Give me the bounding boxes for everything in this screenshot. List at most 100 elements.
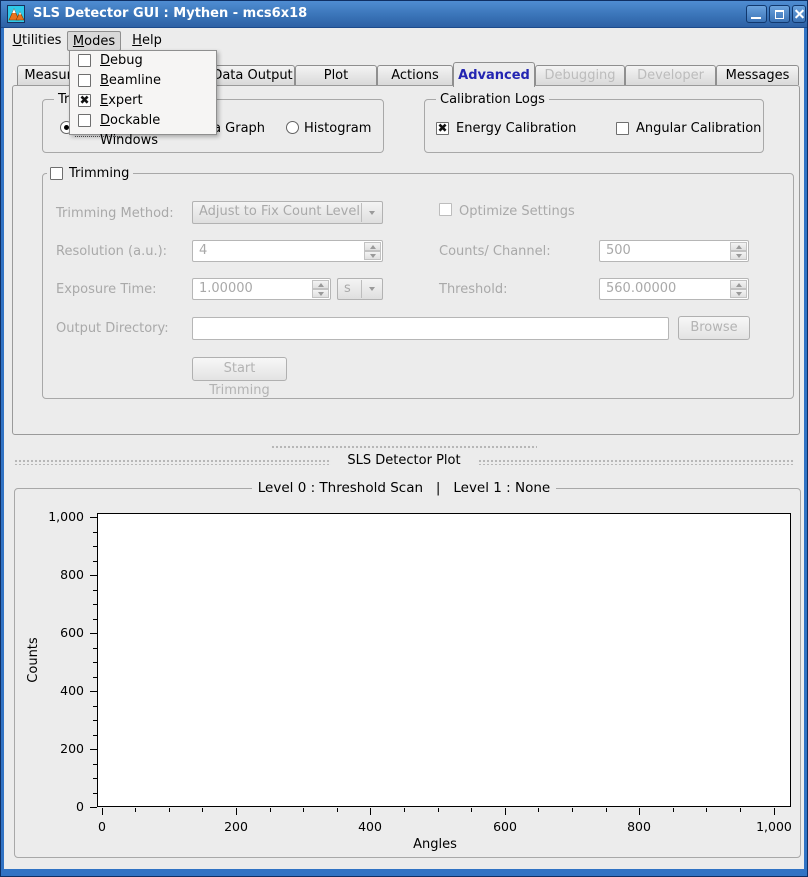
exposure-unit-combo[interactable]: s [337,278,383,300]
x-axis-tick [639,808,640,815]
y-axis-tick [93,764,97,765]
application-window: SLS Detector GUI : Mythen - mcs6x18 Util… [0,0,808,877]
spin-up-icon [730,280,747,289]
spin-up-icon [312,280,329,289]
x-axis-tick [202,808,203,812]
y-axis-tick [90,575,97,576]
optimize-settings-label: Optimize Settings [459,204,575,219]
tab-data-output[interactable]: Data Output [210,65,295,85]
start-trimming-button[interactable]: Start Trimming [192,357,287,381]
title-bar[interactable]: SLS Detector GUI : Mythen - mcs6x18 [1,1,807,28]
window-title: SLS Detector GUI : Mythen - mcs6x18 [33,1,307,28]
trimming-group-checkbox[interactable] [50,167,63,180]
x-axis-tick [505,808,506,815]
close-button[interactable] [792,5,806,23]
spin-down-icon [730,251,747,260]
y-axis-tick [90,691,97,692]
y-axis-tick [93,662,97,663]
tab-plot[interactable]: Plot [295,65,377,85]
menu-modes[interactable]: Modes [67,31,121,51]
x-axis-tick-label: 0 [70,819,134,834]
tab-advanced[interactable]: Advanced [453,62,535,87]
energy-calibration-checkbox[interactable]: ✖ [436,122,449,135]
menu-item-debug[interactable]: Debug [70,51,216,71]
energy-calibration-label: Energy Calibration [456,121,576,136]
menu-help[interactable]: Help [126,31,168,51]
splitter-handle[interactable] [271,445,537,450]
y-axis-tick [90,633,97,634]
output-directory-input[interactable] [192,317,669,340]
chevron-down-icon [361,203,382,222]
dock-title[interactable]: SLS Detector Plot [4,453,804,468]
menu-item-expert[interactable]: ✖Expert [70,91,216,111]
y-axis-tick [93,706,97,707]
threshold-label: Threshold: [439,282,507,297]
menu-item-dockable-windows[interactable]: Dockable Windows [70,111,216,131]
tab-debugging[interactable]: Debugging [535,65,625,85]
x-axis-tick [438,808,439,812]
x-axis-tick [337,808,338,812]
y-axis-tick [93,677,97,678]
maximize-button[interactable] [769,5,790,23]
y-axis-tick [93,793,97,794]
y-axis-tick [93,720,97,721]
menu-item-beamline[interactable]: Beamline [70,71,216,91]
radio-histogram[interactable] [286,121,299,134]
x-axis-tick [774,808,775,815]
minimize-icon [751,17,761,19]
x-axis-tick-label: 1,000 [742,819,806,834]
y-axis-tick [93,648,97,649]
output-directory-label: Output Directory: [56,321,169,336]
trimming-method-label: Trimming Method: [56,206,174,221]
browse-button[interactable]: Browse [678,316,750,340]
tab-actions[interactable]: Actions [377,65,453,85]
spin-down-icon [364,251,381,260]
angular-calibration-checkbox[interactable] [616,122,629,135]
trimming-group-title: Trimming [65,166,133,181]
x-axis-tick [673,808,674,812]
plot-title: Level 0 : Threshold Scan | Level 1 : Non… [4,480,804,496]
chevron-down-icon [361,280,382,298]
y-axis-tick [90,517,97,518]
x-axis-tick [169,808,170,812]
maximize-icon [775,10,784,19]
x-axis-tick-label: 200 [204,819,268,834]
resolution-label: Resolution (a.u.): [56,244,167,259]
x-axis-tick [572,808,573,812]
counts-channel-spinbox[interactable]: 500 [599,240,749,262]
app-icon [7,5,25,23]
x-axis-tick [270,808,271,812]
tab-developer[interactable]: Developer [625,65,716,85]
y-axis-tick [93,735,97,736]
trimming-method-combo[interactable]: Adjust to Fix Count Level [192,201,383,224]
x-axis-tick [606,808,607,812]
menu-utilities[interactable]: Utilities [10,31,64,51]
tab-messages[interactable]: Messages [716,65,799,85]
counts-channel-label: Counts/ Channel: [439,244,551,259]
spin-up-icon [730,242,747,251]
x-axis-tick-label: 600 [473,819,537,834]
spin-down-icon [730,289,747,298]
y-axis-tick [93,604,97,605]
threshold-spinbox[interactable]: 560.00000 [599,278,749,300]
y-axis-tick-label: 0 [22,799,84,814]
x-axis-tick [370,808,371,815]
exposure-time-label: Exposure Time: [56,282,157,297]
y-axis-tick [93,619,97,620]
x-axis-tick-label: 800 [607,819,671,834]
y-axis-tick-label: 800 [22,567,84,582]
x-axis-title: Angles [375,837,495,852]
resolution-spinbox[interactable]: 4 [192,240,383,262]
plot-canvas[interactable] [97,513,791,807]
client-area: Utilities Modes Help Measurement Setting… [4,28,804,869]
optimize-settings-checkbox[interactable] [439,203,452,216]
y-axis-tick-label: 1,000 [22,509,84,524]
exposure-time-spinbox[interactable]: 1.00000 [192,278,331,300]
modes-menu-popup: Debug Beamline ✖Expert Dockable Windows [69,50,217,135]
minimize-button[interactable] [746,5,767,23]
x-axis-tick [135,808,136,812]
y-axis-tick-label: 200 [22,741,84,756]
y-axis-tick [93,590,97,591]
checkbox-icon [78,114,91,127]
y-axis-tick [93,532,97,533]
